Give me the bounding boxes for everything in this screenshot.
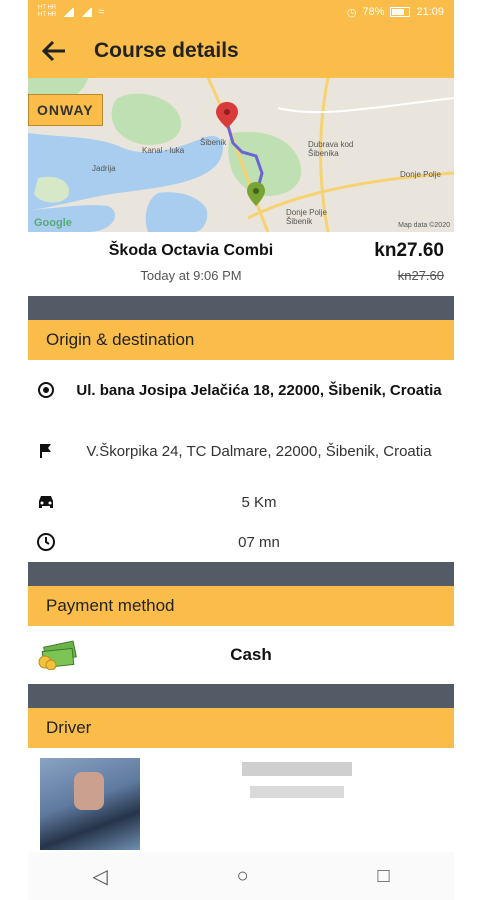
driver-face [74, 772, 104, 810]
map-label-donje-polje: Donje Polje [400, 170, 441, 179]
map-label-sibenik: Šibenik [200, 138, 227, 147]
clock: 21:09 [416, 6, 444, 18]
driver-header: Driver [28, 708, 454, 748]
payment-row: Cash [28, 626, 454, 684]
network-line-2: HT HR [38, 12, 57, 18]
ride-old-price: kn27.60 [397, 268, 444, 283]
ride-time: Today at 9:06 PM [140, 268, 242, 283]
network-label: HT HR HT HR [38, 5, 56, 19]
map-data-attribution: Map data ©2020 [398, 222, 450, 229]
distance-value: 5 Km [241, 493, 277, 511]
destination-address: V.Škorpika 24, TC Dalmare, 22000, Šibeni… [86, 442, 432, 460]
nav-back-icon[interactable]: ◁ [92, 864, 107, 889]
car-icon [28, 494, 64, 510]
page-title: Course details [94, 39, 239, 62]
location-target-icon [28, 380, 64, 400]
status-left: HT HR HT HR ≈ [38, 5, 104, 19]
ride-price: kn27.60 [374, 240, 444, 261]
network-line-1: HT HR [38, 5, 57, 11]
route-map[interactable]: ONWAY Kanal - luka Jadrija Šibenik Dubra… [28, 78, 454, 232]
duration-value: 07 mn [238, 533, 280, 551]
section-divider-3 [28, 684, 454, 708]
alarm-icon: ◷ [346, 6, 357, 19]
status-right: ◷ 78% 21:09 [347, 6, 444, 19]
onway-badge: ONWAY [28, 94, 103, 126]
signal-icon-2 [80, 7, 93, 17]
signal-icon [62, 7, 75, 17]
clock-icon [28, 532, 64, 552]
origin-address: Ul. bana Josipa Jelačića 18, 22000, Šibe… [76, 381, 442, 399]
app-bar: Course details [28, 24, 454, 78]
nav-recents-icon[interactable]: □ [377, 865, 389, 888]
origin-destination-header: Origin & destination [28, 320, 454, 360]
status-bar: HT HR HT HR ≈ ◷ 78% 21:09 [28, 0, 454, 24]
driver-avatar [40, 758, 140, 850]
google-logo: Google [34, 217, 72, 229]
duration-row: 07 mn [28, 522, 454, 562]
phone-screen: HT HR HT HR ≈ ◷ 78% 21:09 Course details [28, 0, 454, 900]
ride-summary: Škoda Octavia Combi Today at 9:06 PM kn2… [28, 232, 454, 296]
payment-method-value: Cash [230, 645, 272, 664]
system-nav-bar: ◁ ○ □ [28, 852, 454, 900]
flag-icon [28, 442, 64, 460]
map-label-donje-polje-sibenik: Donje Polje Šibenik [286, 208, 327, 226]
battery-icon [390, 7, 411, 17]
map-label-jadrija: Jadrija [92, 164, 116, 173]
car-model: Škoda Octavia Combi [108, 242, 274, 259]
driver-name-redacted [242, 762, 352, 776]
distance-row: 5 Km [28, 482, 454, 522]
driver-phone-redacted [250, 786, 344, 798]
map-label-kanal: Kanal - luka [142, 146, 185, 155]
battery-percent: 78% [362, 6, 385, 18]
map-label-dubrava: Dubrava kod Šibenika [308, 140, 354, 158]
section-divider [28, 296, 454, 320]
destination-row: V.Škorpika 24, TC Dalmare, 22000, Šibeni… [28, 420, 454, 482]
origin-row: Ul. bana Josipa Jelačića 18, 22000, Šibe… [28, 360, 454, 420]
nav-home-icon[interactable]: ○ [237, 865, 249, 888]
driver-row[interactable] [28, 748, 454, 852]
section-divider-2 [28, 562, 454, 586]
wifi-icon: ≈ [98, 6, 105, 18]
cash-icon [28, 640, 88, 670]
payment-method-header: Payment method [28, 586, 454, 626]
back-arrow-icon[interactable] [28, 40, 80, 62]
